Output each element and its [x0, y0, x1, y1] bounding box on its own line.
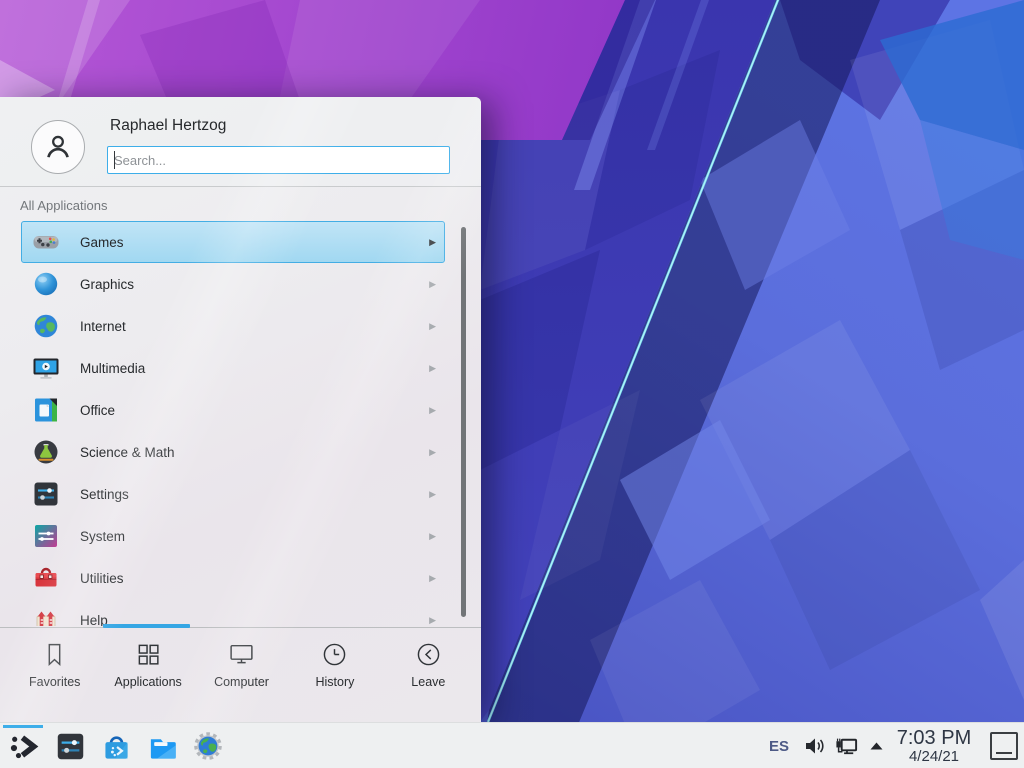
category-row-system[interactable]: System ▶: [21, 515, 445, 557]
section-label: All Applications: [20, 198, 107, 213]
discover-button[interactable]: [93, 723, 139, 768]
text-cursor: [114, 151, 115, 169]
category-label: Internet: [80, 319, 126, 334]
web-browser-button[interactable]: [185, 723, 231, 768]
system-sliders-icon: [32, 522, 60, 550]
header-divider: [0, 186, 481, 187]
help-arrows-icon: [32, 606, 60, 626]
graphics-ball-icon: [32, 270, 60, 298]
utilities-toolbox-icon: [32, 564, 60, 592]
user-avatar[interactable]: [31, 120, 85, 174]
list-scrollbar[interactable]: [461, 227, 466, 617]
search-input[interactable]: [107, 146, 450, 174]
file-manager-icon: [147, 731, 178, 762]
category-label: Science & Math: [80, 445, 175, 460]
person-icon: [41, 130, 75, 164]
category-row-games[interactable]: Games ▶: [21, 221, 445, 263]
web-browser-icon: [194, 732, 222, 760]
submenu-arrow-icon: ▶: [429, 237, 436, 248]
system-settings-button[interactable]: [47, 723, 93, 768]
digital-clock[interactable]: 7:03 PM 4/24/21: [892, 728, 976, 765]
leave-circle-icon: [415, 641, 442, 668]
settings-sliders-icon: [32, 480, 60, 508]
active-task-indicator: [3, 725, 43, 728]
system-tray: ES 7:03 PM 4/24/21: [769, 723, 1024, 768]
submenu-arrow-icon: ▶: [429, 321, 436, 332]
tab-label: History: [315, 675, 354, 689]
launcher-header: Raphael Hertzog: [0, 97, 481, 186]
globe-icon: [32, 312, 60, 340]
science-flask-icon: [32, 438, 60, 466]
category-row-multimedia[interactable]: Multimedia ▶: [21, 347, 445, 389]
category-row-utilities[interactable]: Utilities ▶: [21, 557, 445, 599]
tab-leave[interactable]: Leave: [382, 628, 475, 722]
submenu-arrow-icon: ▶: [429, 615, 436, 626]
gamepad-icon: [32, 228, 60, 256]
office-document-icon: [32, 396, 60, 424]
clock-icon: [321, 641, 348, 668]
category-label: Multimedia: [80, 361, 145, 376]
tab-label: Favorites: [29, 675, 80, 689]
category-row-science-math[interactable]: Science & Math ▶: [21, 431, 445, 473]
application-launcher-button[interactable]: [1, 723, 47, 768]
discover-icon: [101, 731, 132, 762]
tab-history[interactable]: History: [288, 628, 381, 722]
monitor-icon: [228, 641, 255, 668]
submenu-arrow-icon: ▶: [429, 447, 436, 458]
wired-network-icon[interactable]: [834, 734, 859, 759]
volume-icon[interactable]: [802, 734, 827, 759]
launcher-tabbar: Favorites Applications Computer History …: [8, 628, 475, 722]
show-desktop-button[interactable]: [990, 732, 1018, 760]
taskbar-panel: ES 7:03 PM 4/24/21: [0, 722, 1024, 768]
tab-label: Leave: [411, 675, 445, 689]
application-launcher-icon: [9, 731, 40, 762]
category-row-office[interactable]: Office ▶: [21, 389, 445, 431]
category-label: Utilities: [80, 571, 124, 586]
submenu-arrow-icon: ▶: [429, 573, 436, 584]
category-row-internet[interactable]: Internet ▶: [21, 305, 445, 347]
category-label: Settings: [80, 487, 129, 502]
expand-tray-caret-icon[interactable]: [868, 738, 884, 754]
clock-date: 4/24/21: [892, 749, 976, 765]
submenu-arrow-icon: ▶: [429, 363, 436, 374]
clock-time: 7:03 PM: [892, 728, 976, 749]
tab-favorites[interactable]: Favorites: [8, 628, 101, 722]
submenu-arrow-icon: ▶: [429, 405, 436, 416]
category-list: Games ▶ Graphics ▶ Internet ▶: [0, 221, 481, 626]
multimedia-monitor-icon: [32, 354, 60, 382]
category-row-help[interactable]: Help ▶: [21, 599, 445, 626]
category-label: System: [80, 529, 125, 544]
tab-label: Applications: [114, 675, 181, 689]
user-name: Raphael Hertzog: [110, 117, 226, 135]
grid-icon: [135, 641, 162, 668]
desktop: Raphael Hertzog All Applications Games ▶…: [0, 0, 1024, 768]
tab-computer[interactable]: Computer: [195, 628, 288, 722]
bookmark-icon: [41, 641, 68, 668]
submenu-arrow-icon: ▶: [429, 531, 436, 542]
category-label: Office: [80, 403, 115, 418]
taskbar-launchers: [1, 723, 231, 768]
category-row-graphics[interactable]: Graphics ▶: [21, 263, 445, 305]
system-settings-icon: [55, 731, 86, 762]
application-launcher-menu: Raphael Hertzog All Applications Games ▶…: [0, 97, 481, 722]
category-row-settings[interactable]: Settings ▶: [21, 473, 445, 515]
category-label: Games: [80, 235, 124, 250]
submenu-arrow-icon: ▶: [429, 489, 436, 500]
file-manager-button[interactable]: [139, 723, 185, 768]
tab-label: Computer: [214, 675, 269, 689]
category-label: Graphics: [80, 277, 134, 292]
tab-applications[interactable]: Applications: [101, 628, 194, 722]
keyboard-layout-indicator[interactable]: ES: [769, 738, 789, 755]
submenu-arrow-icon: ▶: [429, 279, 436, 290]
